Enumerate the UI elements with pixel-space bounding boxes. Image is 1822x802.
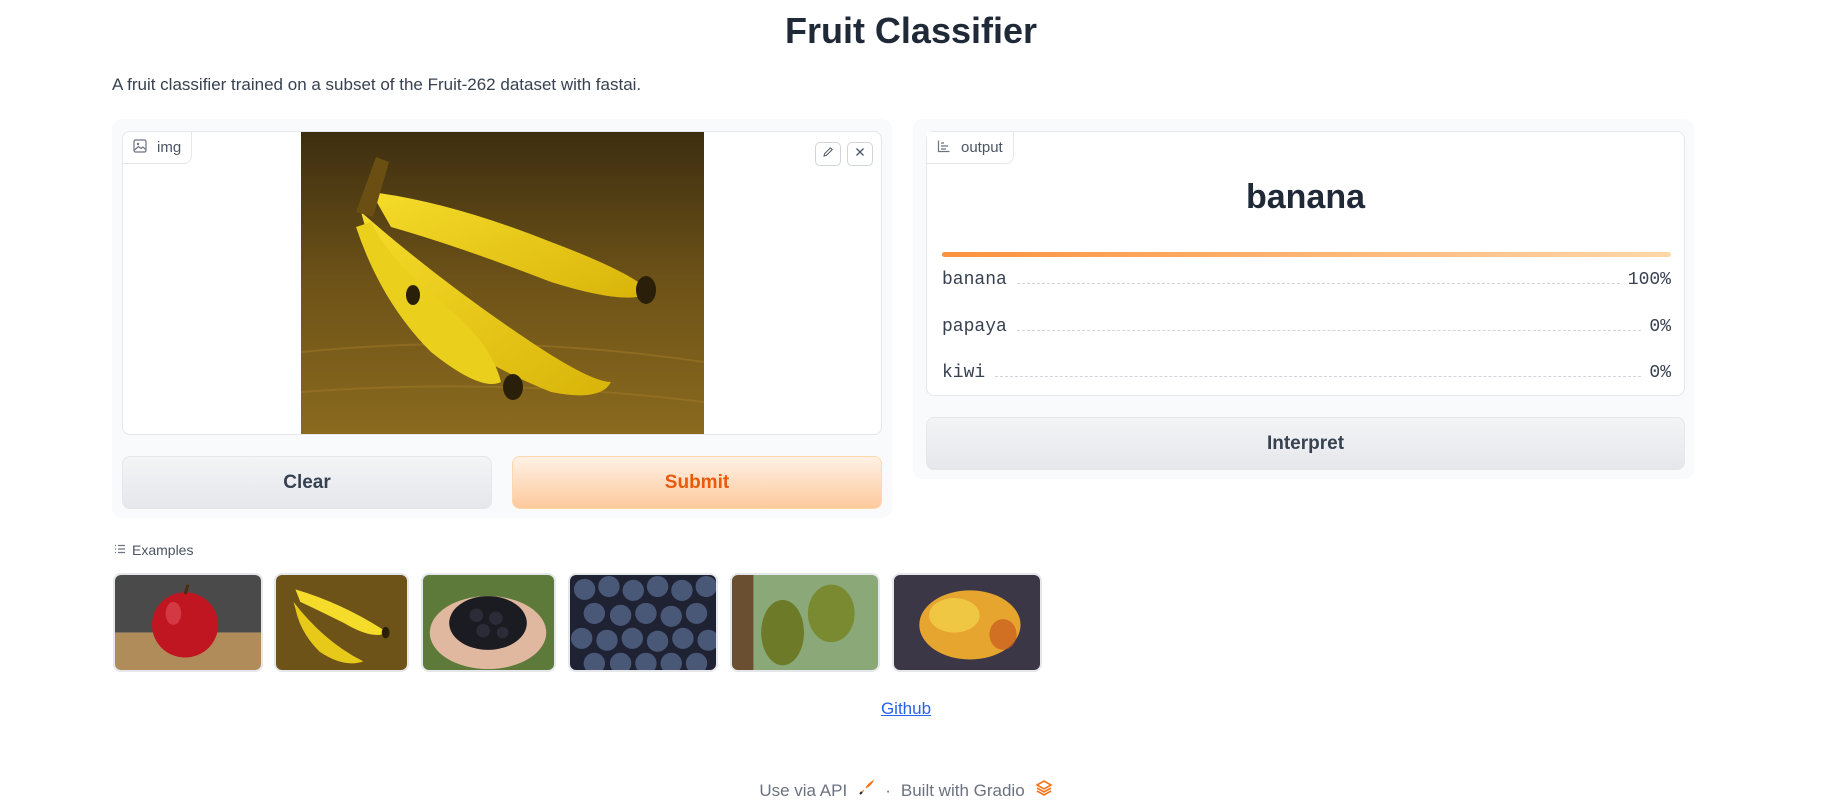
pencil-icon [822,145,834,163]
app-title: Fruit Classifier [784,10,1038,51]
confidence-label: papaya [942,317,1007,337]
confidence-dots [1016,330,1642,331]
list-icon [114,542,126,558]
footer: Use via API · Built with Gradio [0,779,1812,802]
example-mango[interactable] [892,573,1042,672]
example-apple[interactable] [113,573,263,672]
output-label-text: output [961,139,1003,156]
confidence-dots [1016,283,1620,284]
submit-button[interactable]: Submit [512,456,882,509]
banana-thumbnail [276,575,407,670]
remove-image-button[interactable] [847,142,873,166]
image-input-label: img [123,132,193,164]
confidence-label: kiwi [942,363,986,383]
uploaded-banana-image [301,132,704,434]
apple-thumbnail [115,575,261,670]
confidence-row: banana 100% [942,266,1671,290]
example-blackberry[interactable] [421,573,556,672]
confidence-value: 100% [1627,270,1671,290]
confidence-bar [942,252,1671,257]
interpret-button[interactable]: Interpret [926,417,1685,470]
example-jackfruit[interactable] [730,573,880,672]
example-blueberry[interactable] [568,573,718,672]
built-with-gradio-link[interactable]: Built with Gradio [901,781,1025,801]
blackberry-thumbnail [423,575,554,670]
rocket-icon [857,779,875,802]
app-description: A fruit classifier trained on a subset o… [112,75,642,94]
examples-label-text: Examples [132,542,194,558]
blueberry-thumbnail [570,575,716,670]
label-output: output banana banana 100% papaya 0% kiwi… [926,131,1685,396]
close-icon [854,145,866,163]
jackfruit-thumbnail [732,575,878,670]
mango-thumbnail [894,575,1040,670]
github-link[interactable]: Github [0,699,1812,719]
confidence-row: papaya 0% [942,313,1671,337]
image-input-label-text: img [157,139,182,156]
examples-label: Examples [114,542,193,558]
confidence-value: 0% [1649,317,1671,337]
example-banana[interactable] [274,573,409,672]
output-panel: output banana banana 100% papaya 0% kiwi… [913,119,1694,479]
input-panel: img Clear Submit [112,119,892,518]
confidence-value: 0% [1649,363,1671,383]
confidence-row: kiwi 0% [942,359,1671,383]
edit-image-button[interactable] [815,142,841,166]
footer-separator: · [885,780,891,800]
image-input[interactable]: img [122,131,882,435]
output-label: output [927,132,1014,164]
gradio-logo-icon [1035,779,1053,802]
image-icon [133,138,147,157]
clear-button[interactable]: Clear [122,456,492,509]
predicted-label: banana [1245,178,1366,216]
image-actions [815,142,873,166]
confidence-dots [995,376,1642,377]
bar-chart-icon [937,139,951,157]
confidence-label: banana [942,270,1007,290]
use-via-api-link[interactable]: Use via API [759,781,847,801]
